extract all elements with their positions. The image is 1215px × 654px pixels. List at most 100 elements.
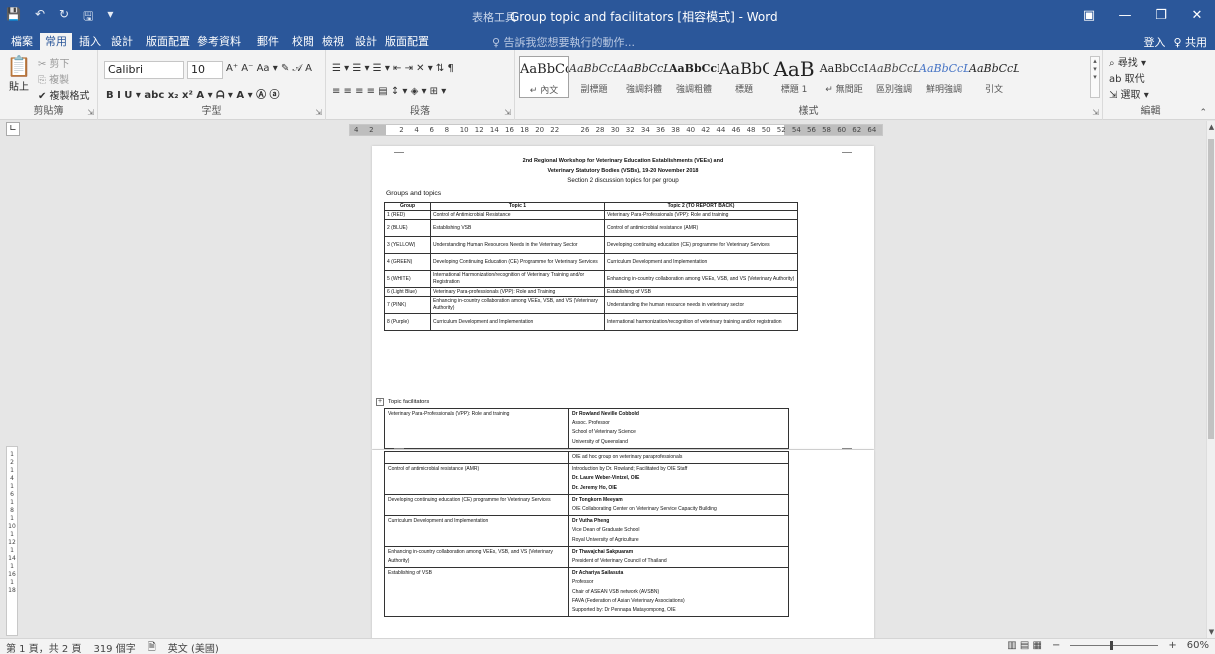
tab-10[interactable]: 版面配置 — [380, 33, 434, 50]
facilitator-line: Assoc. Professor — [572, 420, 610, 427]
minimize-button[interactable]: — — [1107, 0, 1143, 31]
document-area[interactable]: 2nd Regional Workshop for Veterinary Edu… — [20, 138, 1206, 638]
table-cell: Understanding the human resource needs i… — [604, 296, 798, 314]
undo-icon[interactable]: ↶ — [35, 7, 45, 28]
word-count[interactable]: 319 個字 — [93, 640, 135, 654]
customize-qat-icon[interactable]: ▾ — [107, 7, 113, 28]
find-button[interactable]: ⌕ 尋找 ▾ — [1109, 54, 1146, 69]
dialog-launcher-icon[interactable]: ⇲ — [315, 108, 322, 117]
facilitator-line: Professor — [572, 579, 594, 586]
font-group-label: 字型 — [201, 106, 222, 117]
font-format-row2[interactable]: B I U ▾ abc x₂ x² A ▾ ᗩ ▾ A ▾ Ⓐ ⓐ — [106, 86, 280, 101]
table-row: 6 (Light Blue) Veterinary Para-profession… — [384, 287, 798, 297]
style-item[interactable]: AaBbCcL 強調斜體 — [619, 56, 669, 98]
style-item[interactable]: AaBbCcI 強調粗體 — [669, 56, 719, 98]
font-size-box[interactable]: 10 — [187, 61, 223, 79]
ruler-strip[interactable]: 4 2 2 4 6 8 10 12 14 16 18 20 22 26 28 30 32 34 36 38 40 42 44… — [349, 124, 883, 136]
style-item[interactable]: AaBbCcL 引文 — [969, 56, 1019, 98]
status-bar: 第 1 頁，共 2 頁 319 個字 🗎 英文 (美國) ▥ ▤ ▦ − + 6… — [0, 638, 1215, 654]
scroll-up-icon[interactable]: ▲ — [1207, 123, 1215, 131]
facilitator-topic-cell: Control of antimicrobial resistance (AMR… — [384, 463, 569, 495]
ruler-number: 2 — [369, 126, 374, 134]
tab-4[interactable]: 版面配置 — [141, 33, 195, 50]
close-button[interactable]: ✕ — [1179, 0, 1215, 31]
ruler-number: 36 — [656, 126, 665, 134]
tab-5[interactable]: 參考資料 — [192, 33, 246, 50]
paste-label: 貼上 — [9, 82, 29, 93]
sign-in-link[interactable]: 登入 — [1143, 34, 1165, 50]
zoom-slider-knob[interactable] — [1110, 641, 1114, 650]
style-item[interactable]: AaBbCcI ↵ 無間距 — [819, 56, 869, 98]
tab-6[interactable]: 郵件 — [252, 33, 284, 50]
style-item[interactable]: AaBbCcL 鮮明強調 — [919, 56, 969, 98]
ribbon-display-options-icon[interactable]: ▣ — [1071, 0, 1107, 31]
table-cell: Curriculum Development and Implementatio… — [604, 253, 798, 271]
redo-icon[interactable]: ↻ — [59, 7, 69, 28]
zoom-slider[interactable] — [1070, 641, 1159, 650]
paragraph-format-row2[interactable]: ≡ ≡ ≡ ≡ ▤ ↕ ▾ ◈ ▾ ⊞ ▾ — [332, 86, 446, 97]
style-item[interactable]: AaBbCcI ↵ 內文 — [519, 56, 569, 98]
table-row: Curriculum Development and Implementatio… — [384, 515, 789, 547]
font-name-box[interactable]: Calibri — [104, 61, 184, 79]
ruler-number: 42 — [701, 126, 711, 134]
facilitator-line: Dr. Jeremy Ho, OIE — [572, 484, 618, 491]
tab-7[interactable]: 校閱 — [287, 33, 319, 50]
table-row: Control of antimicrobial resistance (AMR… — [384, 463, 789, 495]
tab-0[interactable]: 檔案 — [6, 33, 38, 50]
proofing-icon[interactable]: 🗎 — [148, 640, 156, 654]
tab-2[interactable]: 插入 — [74, 33, 106, 50]
format-painter-button[interactable]: ✔ 複製格式 — [38, 87, 90, 102]
table-move-handle-icon[interactable]: + — [376, 398, 384, 406]
page-count[interactable]: 第 1 頁，共 2 頁 — [6, 640, 81, 654]
style-sample: AaBbCcL — [869, 62, 919, 75]
tab-9[interactable]: 設計 — [350, 33, 382, 50]
tab-selector-icon[interactable]: ∟ — [6, 122, 20, 136]
dialog-launcher-icon[interactable]: ⇲ — [1092, 108, 1099, 117]
ruler-number: 14 — [489, 126, 499, 134]
touch-mode-icon[interactable]: 🖫 — [83, 7, 93, 28]
language-indicator[interactable]: 英文 (美國) — [168, 640, 219, 654]
dialog-launcher-icon[interactable]: ⇲ — [87, 108, 94, 117]
select-button[interactable]: ⇲ 選取 ▾ — [1109, 86, 1149, 101]
scroll-thumb[interactable] — [1208, 139, 1214, 439]
facilitator-line: OIE ad hoc group on veterinary paraprofe… — [572, 454, 683, 460]
vertical-scrollbar[interactable]: ▲ ▼ — [1206, 121, 1215, 638]
copy-button[interactable]: ⎘ 複製 — [38, 71, 69, 86]
restore-button[interactable]: ❐ — [1143, 0, 1179, 31]
collapse-ribbon-icon[interactable]: ⌃ — [1199, 108, 1207, 118]
table-row: 8 (Purple) Curriculum Development and Imp… — [384, 313, 798, 331]
ruler-number: 2 — [399, 126, 404, 134]
table-cell: Establishing VSB — [430, 219, 605, 237]
facilitator-line: Dr Tongkorn Meeyam — [572, 496, 623, 503]
table-cell: Veterinary Para-Professionals (VPP): Rol… — [604, 210, 798, 220]
style-item[interactable]: AaBbCcL 區別強調 — [869, 56, 919, 98]
ruler-number: 58 — [822, 126, 832, 134]
table-cell: Curriculum Development and Implementatio… — [430, 313, 605, 331]
tell-me-box[interactable]: ♀ 告訴我您想要執行的動作... — [492, 34, 635, 50]
facilitator-line: Dr Rowland Neville Cobbold — [572, 411, 639, 417]
zoom-in-button[interactable]: + — [1168, 640, 1176, 651]
zoom-out-button[interactable]: − — [1052, 640, 1060, 651]
paste-button[interactable]: 📋 貼上 — [6, 54, 32, 93]
paragraph-format-row1[interactable]: ☰ ▾ ☰ ▾ ☰ ▾ ⇤ ⇥ ✕ ▾ ⇅ ¶ — [332, 63, 454, 74]
dialog-launcher-icon[interactable]: ⇲ — [504, 108, 511, 117]
cut-button[interactable]: ✂ 剪下 — [38, 55, 70, 70]
facilitator-line: School of Veterinary Science — [572, 429, 636, 436]
vruler-strip[interactable]: 1 2 1 4 1 6 1 8 1 10 1 12 1 14 1 16 1 18 — [6, 446, 18, 636]
scroll-down-icon[interactable]: ▼ — [1207, 628, 1215, 636]
zoom-level[interactable]: 60% — [1187, 640, 1209, 651]
style-item[interactable]: AaBbC 標題 — [719, 56, 769, 98]
ruler-number: 32 — [625, 126, 635, 134]
tab-3[interactable]: 設計 — [106, 33, 138, 50]
table-row: Enhancing in-country collaboration among… — [384, 545, 789, 569]
style-item[interactable]: AaB 標題 1 — [769, 56, 819, 98]
styles-gallery-scroll[interactable]: ▴ ▾ ▾ — [1090, 56, 1100, 98]
tab-1[interactable]: 常用 — [40, 33, 72, 50]
style-item[interactable]: AaBbCcD 副標題 — [569, 56, 619, 98]
view-mode-icons[interactable]: ▥ ▤ ▦ — [1007, 640, 1042, 651]
tab-8[interactable]: 檢視 — [317, 33, 349, 50]
font-format-row1[interactable]: A⁺ A⁻ Aa ▾ ✎ 𝒜 A — [226, 63, 312, 74]
replace-button[interactable]: ab 取代 — [1109, 70, 1145, 85]
share-button[interactable]: ♀ 共用 — [1173, 34, 1207, 50]
save-icon[interactable]: 💾 — [6, 7, 21, 28]
